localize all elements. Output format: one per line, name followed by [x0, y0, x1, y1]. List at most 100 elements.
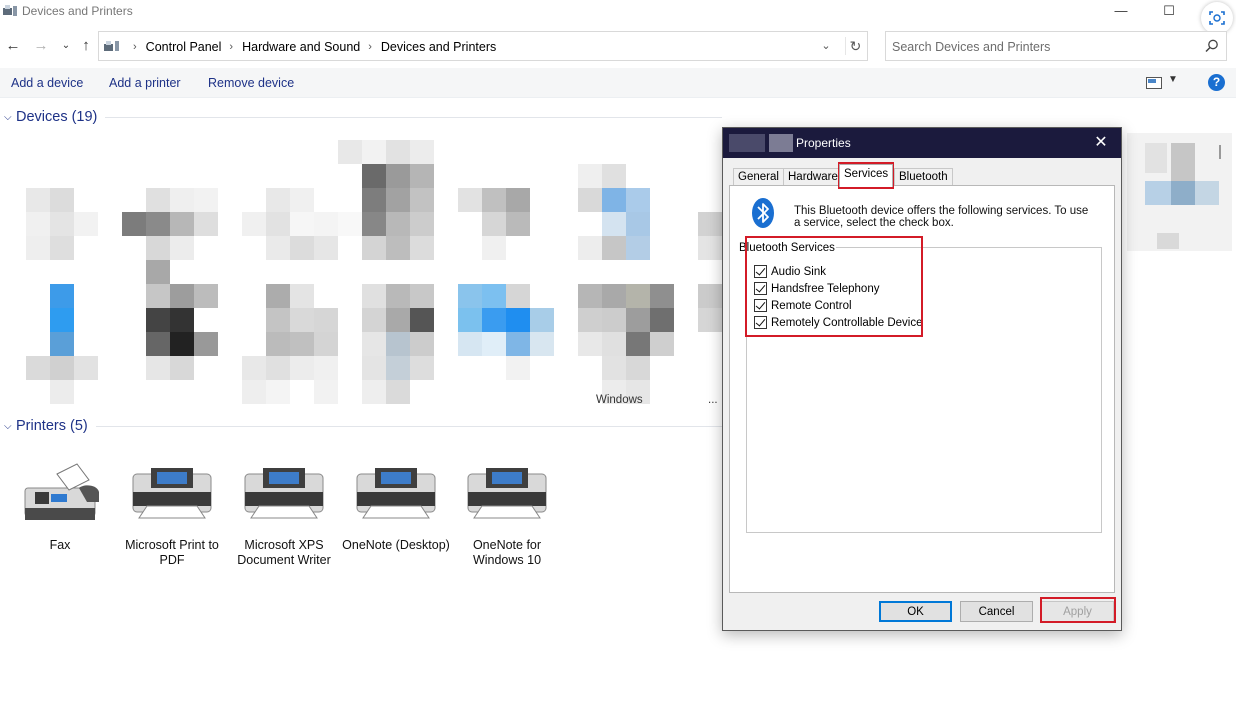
redacted-pixel	[50, 308, 74, 332]
dialog-titlebar[interactable]: Properties ✕	[723, 128, 1121, 158]
checkbox-checked[interactable]	[754, 265, 767, 278]
tab-hardware[interactable]: Hardware	[783, 168, 843, 186]
redacted-pixel	[266, 356, 290, 380]
redacted-pixel	[362, 140, 386, 164]
printer-item-onenote-for-windows-10[interactable]: OneNote for Windows 10	[452, 458, 562, 568]
service-checkbox-handsfree-telephony[interactable]: Handsfree Telephony	[754, 282, 879, 295]
printer-item-fax[interactable]: Fax	[5, 458, 115, 553]
address-bar[interactable]: › Control Panel › Hardware and Sound › D…	[98, 31, 868, 61]
redacted-pixel	[698, 212, 722, 236]
printers-group-header[interactable]: ⌵ Printers (5)	[4, 418, 722, 434]
tab-services[interactable]: Services	[839, 164, 894, 187]
add-printer-button[interactable]: Add a printer	[109, 76, 181, 90]
redacted-pixel	[578, 188, 602, 212]
redacted-pixel	[530, 308, 554, 332]
redacted-pixel	[170, 356, 194, 380]
search-icon	[1205, 39, 1218, 53]
bluetooth-services-title: Bluetooth Services	[738, 242, 836, 254]
services-tab-panel: This Bluetooth device offers the followi…	[729, 185, 1115, 593]
printer-item-onenote-desktop[interactable]: OneNote (Desktop)	[341, 458, 451, 553]
printer-item-microsoft-xps-document-writer[interactable]: Microsoft XPS Document Writer	[229, 458, 339, 568]
fax-icon	[24, 463, 99, 520]
redacted-pixel	[74, 212, 98, 236]
up-arrow-icon[interactable]: ↑	[77, 36, 95, 56]
device-label-partial: ...	[708, 394, 718, 406]
service-checkbox-remotely-controllable-device[interactable]: Remotely Controllable Device	[754, 316, 922, 329]
minimize-button[interactable]: —	[1098, 0, 1144, 24]
dialog-close-icon[interactable]: ✕	[1089, 133, 1113, 153]
checkbox-checked[interactable]	[754, 299, 767, 312]
redacted-device-name	[769, 134, 793, 152]
breadcrumb-control-panel[interactable]: Control Panel	[146, 40, 222, 54]
redacted-pixel	[410, 284, 434, 308]
redacted-pixel	[194, 212, 218, 236]
redacted-pixel	[362, 356, 386, 380]
redacted-pixel	[626, 212, 650, 236]
address-dropdown-chevron-icon[interactable]: ⌄	[817, 37, 835, 55]
redacted-pixel	[650, 332, 674, 356]
redacted-pixel	[458, 188, 482, 212]
device-blurred-item[interactable]	[1127, 133, 1232, 251]
redacted-pixel	[482, 212, 506, 236]
refresh-icon[interactable]: ↻	[845, 37, 865, 55]
search-box[interactable]	[885, 31, 1227, 61]
redacted-pixel	[314, 308, 338, 332]
redacted-pixel	[626, 284, 650, 308]
group-divider	[105, 116, 722, 118]
redacted-pixel	[482, 236, 506, 260]
cancel-button[interactable]: Cancel	[960, 601, 1033, 622]
maximize-button[interactable]: ☐	[1146, 0, 1192, 24]
devices-printers-icon	[104, 41, 119, 51]
redacted-pixel	[242, 380, 266, 404]
printer-icon	[356, 468, 436, 519]
redacted-pixel	[170, 308, 194, 332]
redacted-pixel	[50, 212, 74, 236]
redacted-pixel	[194, 332, 218, 356]
tab-general[interactable]: General	[733, 168, 784, 186]
redacted-pixel	[386, 356, 410, 380]
ok-button[interactable]: OK	[879, 601, 952, 622]
printer-icon	[467, 468, 547, 519]
help-icon[interactable]: ?	[1208, 74, 1225, 91]
forward-arrow-icon[interactable]: →	[32, 36, 50, 56]
redacted-pixel	[290, 188, 314, 212]
search-input[interactable]	[892, 38, 1192, 56]
redacted-pixel	[290, 332, 314, 356]
redacted-pixel	[242, 356, 266, 380]
redacted-pixel	[74, 356, 98, 380]
remove-device-button[interactable]: Remove device	[208, 76, 294, 90]
redacted-pixel	[290, 308, 314, 332]
redacted-pixel	[458, 284, 482, 308]
devices-group-header[interactable]: ⌵ Devices (19)	[4, 109, 722, 125]
change-view-icon[interactable]	[1146, 77, 1162, 89]
redacted-pixel	[362, 188, 386, 212]
tab-bluetooth[interactable]: Bluetooth	[894, 168, 953, 186]
redacted-pixel	[386, 380, 410, 404]
service-label: Audio Sink	[771, 265, 826, 278]
breadcrumb-hardware-and-sound[interactable]: Hardware and Sound	[242, 40, 360, 54]
redacted-pixel	[410, 356, 434, 380]
checkbox-checked[interactable]	[754, 316, 767, 329]
service-checkbox-remote-control[interactable]: Remote Control	[754, 299, 852, 312]
redacted-pixel	[170, 236, 194, 260]
recent-locations-chevron-icon[interactable]: ⌄	[57, 36, 75, 56]
devices-group-label: Devices (19)	[16, 109, 98, 125]
breadcrumb-separator: ›	[133, 41, 137, 53]
redacted-pixel	[266, 188, 290, 212]
service-checkbox-audio-sink[interactable]: Audio Sink	[754, 265, 826, 278]
address-row: ← → ⌄ ↑ › Control Panel › Hardware and S…	[0, 30, 1236, 62]
printer-item-microsoft-print-to-pdf[interactable]: Microsoft Print to PDF	[117, 458, 227, 568]
redacted-pixel	[170, 188, 194, 212]
window-title: Devices and Printers	[22, 4, 133, 18]
add-device-button[interactable]: Add a device	[11, 76, 83, 90]
checkbox-checked[interactable]	[754, 282, 767, 295]
apply-button[interactable]: Apply	[1041, 601, 1114, 622]
breadcrumb-separator: ›	[368, 41, 372, 53]
view-options-dropdown-icon[interactable]: ▼	[1168, 74, 1178, 85]
redacted-pixel	[506, 212, 530, 236]
back-arrow-icon[interactable]: ←	[4, 36, 22, 56]
breadcrumb-devices-and-printers[interactable]: Devices and Printers	[381, 40, 496, 54]
redacted-pixel	[482, 332, 506, 356]
redacted-pixel	[386, 140, 410, 164]
redacted-pixel	[314, 212, 338, 236]
